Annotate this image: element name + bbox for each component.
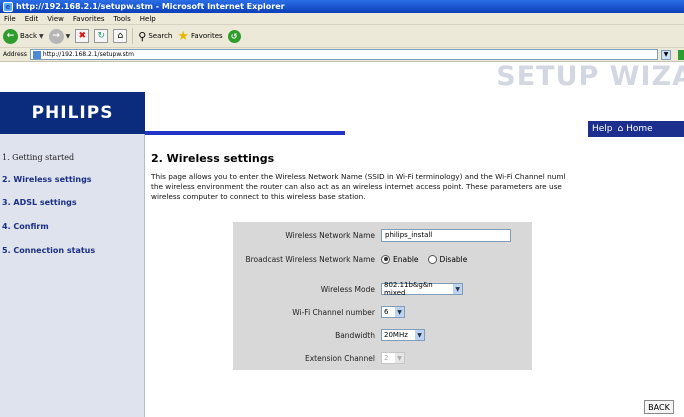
menu-tools[interactable]: Tools (114, 15, 131, 23)
menu-help[interactable]: Help (140, 15, 156, 23)
refresh-icon[interactable]: ↻ (94, 29, 109, 43)
ssid-input[interactable]: philips_install (381, 228, 511, 242)
chevron-down-icon: ▼ (395, 353, 404, 363)
go-button[interactable] (678, 49, 684, 60)
help-home-bar: Help ⌂ Home (588, 121, 684, 137)
window-titlebar: e http://192.168.2.1/setupw.stm - Micros… (0, 0, 684, 13)
chevron-down-icon: ▼ (453, 284, 462, 294)
broadcast-label: Broadcast Wireless Network Name (245, 254, 375, 264)
brand-top-area (0, 62, 145, 92)
toolbar-divider (132, 28, 134, 44)
page-title: 2. Wireless settings (151, 152, 275, 165)
help-link[interactable]: Help (592, 124, 613, 134)
menu-file[interactable]: File (4, 15, 16, 23)
broadcast-disable-label: Disable (439, 254, 468, 264)
sidebar-item-connection-status[interactable]: 5. Connection status (2, 246, 95, 255)
search-icon: ⚲ (138, 29, 147, 43)
star-icon: ★ (177, 28, 190, 44)
mode-row: Wireless Mode 802.11b&g&n mixed ▼ (233, 279, 532, 299)
back-button[interactable]: ← Back ▼ (3, 28, 44, 44)
bandwidth-select[interactable]: 20MHz ▼ (381, 329, 425, 341)
menu-view[interactable]: View (47, 15, 64, 23)
browser-toolbar: ← Back ▼ → ▼ ✖ ↻ ⌂ ⚲ Search ★ Favorites … (0, 25, 684, 48)
address-input[interactable]: http://192.168.2.1/setupw.stm (29, 49, 658, 60)
mode-value: 802.11b&g&n mixed (384, 281, 433, 297)
address-bar: Address http://192.168.2.1/setupw.stm ▼ (0, 48, 684, 62)
home-icon: ⌂ (617, 124, 624, 134)
forward-arrow-icon: → (48, 28, 64, 44)
menu-bar: File Edit View Favorites Tools Help (0, 13, 684, 25)
description-line: the wireless environment the router can … (151, 182, 562, 191)
description-line: wireless computer to connect to this wir… (151, 192, 366, 201)
philips-logo: PHILIPS (0, 92, 145, 134)
bandwidth-row: Bandwidth 20MHz ▼ (233, 325, 532, 345)
back-label: Back (20, 32, 37, 40)
address-label: Address (3, 51, 27, 58)
extension-row: Extension Channel 2 ▼ (233, 348, 532, 368)
extension-label: Extension Channel (305, 353, 375, 363)
back-wizard-button[interactable]: BACK (644, 400, 674, 414)
favorites-label: Favorites (191, 32, 223, 40)
ssid-label: Wireless Network Name (285, 230, 375, 240)
back-dropdown-icon[interactable]: ▼ (39, 33, 44, 40)
forward-dropdown-icon[interactable]: ▼ (66, 33, 71, 40)
mode-label: Wireless Mode (320, 284, 375, 294)
sidebar-item-adsl-settings[interactable]: 3. ADSL settings (2, 198, 77, 207)
channel-row: Wi-Fi Channel number 6 ▼ (233, 302, 532, 322)
menu-edit[interactable]: Edit (25, 15, 39, 23)
sidebar-item-wireless-settings[interactable]: 2. Wireless settings (2, 175, 92, 184)
window-title: http://192.168.2.1/setupw.stm - Microsof… (16, 2, 285, 11)
channel-label: Wi-Fi Channel number (292, 307, 375, 317)
sidebar-item-confirm[interactable]: 4. Confirm (2, 222, 49, 231)
history-icon[interactable]: ↺ (227, 29, 241, 43)
extension-select[interactable]: 2 ▼ (381, 352, 405, 364)
sidebar-item-getting-started[interactable]: 1. Getting started (2, 153, 74, 162)
mode-select[interactable]: 802.11b&g&n mixed ▼ (381, 281, 463, 297)
home-icon[interactable]: ⌂ (113, 29, 128, 43)
stop-icon[interactable]: ✖ (75, 29, 90, 43)
header-accent-line (145, 131, 345, 135)
chevron-down-icon: ▼ (395, 307, 404, 317)
extension-value: 2 (384, 354, 389, 362)
favorites-button[interactable]: ★ Favorites (177, 29, 222, 44)
broadcast-disable-radio[interactable] (427, 254, 437, 264)
address-dropdown-icon[interactable]: ▼ (661, 49, 671, 60)
ssid-row: Wireless Network Name philips_install (233, 225, 532, 245)
menu-favorites[interactable]: Favorites (73, 15, 105, 23)
bandwidth-value: 20MHz (384, 331, 408, 339)
page-icon (32, 50, 41, 59)
address-url: http://192.168.2.1/setupw.stm (42, 51, 134, 58)
back-arrow-icon: ← (3, 28, 18, 44)
description-line: This page allows you to enter the Wirele… (151, 172, 566, 181)
chevron-down-icon: ▼ (415, 330, 424, 340)
search-button[interactable]: ⚲ Search (138, 30, 172, 43)
ie-logo-icon: e (3, 1, 13, 12)
setup-wizard-banner: SETUP WIZA (496, 61, 684, 92)
forward-button[interactable]: → ▼ (48, 28, 71, 44)
page-description: This page allows you to enter the Wirele… (151, 172, 684, 202)
home-link[interactable]: ⌂ Home (618, 124, 653, 134)
search-label: Search (148, 32, 173, 40)
wireless-settings-form: Wireless Network Name philips_install Br… (233, 222, 532, 370)
channel-value: 6 (384, 308, 389, 316)
wizard-sidebar: 1. Getting started 2. Wireless settings … (0, 134, 145, 417)
bandwidth-label: Bandwidth (335, 330, 375, 340)
broadcast-enable-label: Enable (393, 254, 419, 264)
channel-select[interactable]: 6 ▼ (381, 306, 405, 318)
broadcast-enable-radio[interactable] (381, 254, 390, 264)
broadcast-row: Broadcast Wireless Network Name Enable D… (233, 246, 532, 272)
